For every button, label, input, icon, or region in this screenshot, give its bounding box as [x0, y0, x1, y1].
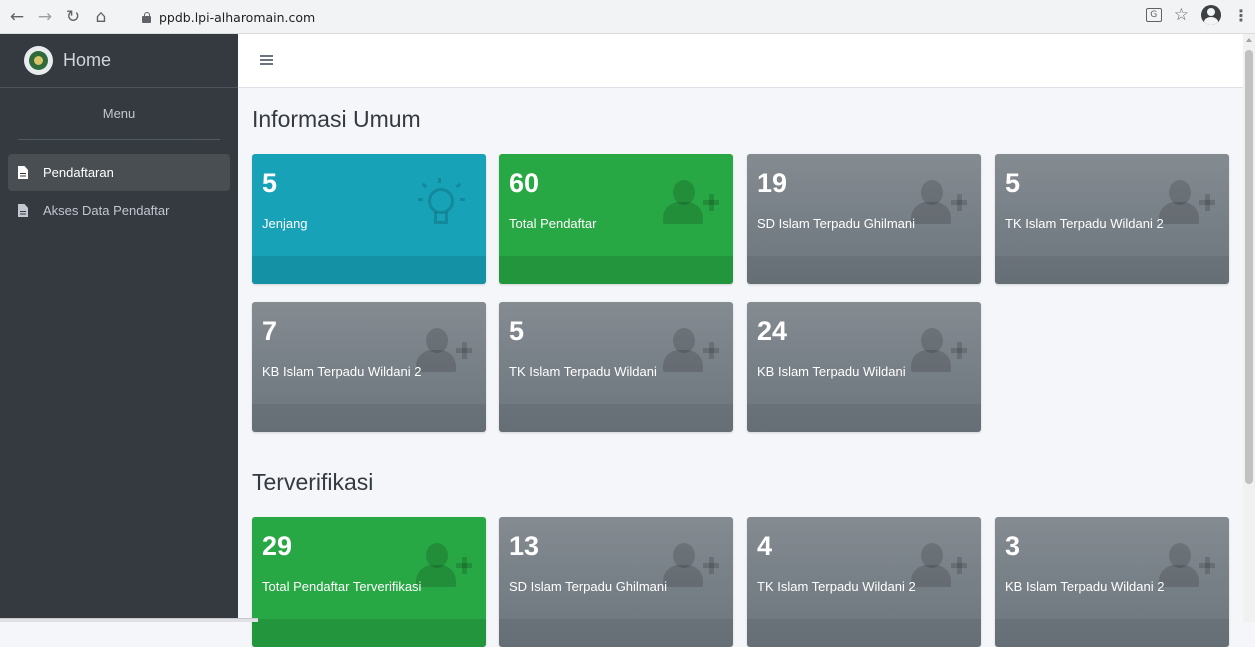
card-footer[interactable] — [995, 256, 1229, 284]
sidebar-nav: Pendaftaran Akses Data Pendaftar — [0, 140, 238, 244]
stat-value: 13 — [509, 531, 540, 561]
card-footer[interactable] — [252, 404, 486, 432]
stat-label: TK Islam Terpadu Wildani 2 — [757, 579, 916, 594]
stat-label: SD Islam Terpadu Ghilmani — [509, 579, 667, 594]
user-plus-icon — [907, 539, 967, 591]
status-bar-strip — [0, 618, 258, 622]
stat-card-sd-ghilmani[interactable]: 19 SD Islam Terpadu Ghilmani — [747, 154, 981, 284]
stat-label: TK Islam Terpadu Wildani 2 — [1005, 216, 1164, 231]
stat-label: Jenjang — [262, 216, 308, 231]
stat-label: Total Pendaftar Terverifikasi — [262, 579, 422, 594]
stat-value: 29 — [262, 531, 293, 561]
stat-card-jenjang[interactable]: 5 Jenjang — [252, 154, 486, 284]
user-plus-icon — [659, 539, 719, 591]
card-footer[interactable] — [747, 619, 981, 647]
user-plus-icon — [659, 324, 719, 376]
stat-card-kb-wildani[interactable]: 24 KB Islam Terpadu Wildani — [747, 302, 981, 432]
stat-value: 5 — [1005, 168, 1021, 198]
file-icon — [18, 204, 28, 217]
scroll-up-arrow-icon[interactable] — [1246, 38, 1252, 42]
sidebar-item-pendaftaran[interactable]: Pendaftaran — [8, 154, 230, 191]
stat-card-total-pendaftar[interactable]: 60 Total Pendaftar — [499, 154, 733, 284]
card-footer[interactable] — [252, 256, 486, 284]
menu-header: Menu — [18, 88, 220, 140]
page-scrollbar[interactable] — [1243, 34, 1255, 622]
stat-value: 19 — [757, 168, 788, 198]
home-icon[interactable]: ⌂ — [90, 6, 112, 28]
card-footer[interactable] — [499, 404, 733, 432]
stat-value: 7 — [262, 316, 278, 346]
stat-card-verified-tk-wildani-2[interactable]: 4 TK Islam Terpadu Wildani 2 — [747, 517, 981, 647]
url-text[interactable]: ppdb.lpi-alharomain.com — [159, 10, 315, 25]
stat-card-kb-wildani-2[interactable]: 7 KB Islam Terpadu Wildani 2 — [252, 302, 486, 432]
stat-label: KB Islam Terpadu Wildani 2 — [1005, 579, 1165, 594]
user-plus-icon — [659, 176, 719, 228]
stat-card-total-terverifikasi[interactable]: 29 Total Pendaftar Terverifikasi — [252, 517, 486, 647]
user-plus-icon — [1155, 176, 1215, 228]
brand-logo-icon — [24, 46, 53, 75]
stat-label: Total Pendaftar — [509, 216, 597, 231]
card-footer[interactable] — [995, 619, 1229, 647]
bookmark-star-icon[interactable]: ☆ — [1174, 5, 1189, 25]
stat-value: 5 — [262, 168, 278, 198]
stat-label: TK Islam Terpadu Wildani — [509, 364, 657, 379]
address-bar[interactable]: ppdb.lpi-alharomain.com — [142, 4, 1202, 30]
browser-toolbar: ← → ↻ ⌂ ppdb.lpi-alharomain.com G ☆ ⋮ — [0, 0, 1255, 34]
stat-card-verified-sd-ghilmani[interactable]: 13 SD Islam Terpadu Ghilmani — [499, 517, 733, 647]
sidebar-item-akses-data[interactable]: Akses Data Pendaftar — [8, 192, 230, 229]
stat-label: KB Islam Terpadu Wildani 2 — [262, 364, 422, 379]
reload-icon[interactable]: ↻ — [62, 6, 84, 28]
card-footer[interactable] — [252, 619, 486, 647]
card-footer[interactable] — [499, 619, 733, 647]
translate-icon[interactable]: G — [1145, 8, 1162, 22]
section-title-terverifikasi: Terverifikasi — [252, 469, 374, 495]
stat-value: 3 — [1005, 531, 1021, 561]
section-title-informasi-umum: Informasi Umum — [252, 106, 421, 132]
brand-link[interactable]: Home — [0, 34, 238, 88]
lightbulb-icon — [412, 176, 472, 228]
back-arrow-icon[interactable]: ← — [6, 6, 28, 28]
sidebar-item-label: Akses Data Pendaftar — [43, 203, 170, 218]
browser-menu-icon[interactable]: ⋮ — [1233, 6, 1249, 25]
user-plus-icon — [907, 176, 967, 228]
stat-card-verified-kb-wildani-2[interactable]: 3 KB Islam Terpadu Wildani 2 — [995, 517, 1229, 647]
top-navbar — [238, 34, 1243, 88]
stat-card-tk-wildani[interactable]: 5 TK Islam Terpadu Wildani — [499, 302, 733, 432]
brand-text: Home — [63, 50, 112, 70]
scroll-thumb[interactable] — [1245, 50, 1253, 484]
file-icon — [18, 166, 28, 179]
user-plus-icon — [907, 324, 967, 376]
stat-label: SD Islam Terpadu Ghilmani — [757, 216, 915, 231]
stat-value: 24 — [757, 316, 788, 346]
stat-value: 5 — [509, 316, 525, 346]
forward-arrow-icon[interactable]: → — [34, 6, 56, 28]
profile-avatar-icon[interactable] — [1201, 5, 1221, 25]
stat-card-tk-wildani-2[interactable]: 5 TK Islam Terpadu Wildani 2 — [995, 154, 1229, 284]
hamburger-menu-icon[interactable] — [260, 55, 273, 57]
sidebar: Home Menu Pendaftaran Akses Data Pendaft… — [0, 34, 238, 622]
stat-label: KB Islam Terpadu Wildani — [757, 364, 906, 379]
translate-label: G — [1150, 10, 1158, 20]
stat-value: 4 — [757, 531, 773, 561]
lock-icon — [142, 11, 151, 23]
card-footer[interactable] — [747, 404, 981, 432]
stat-value: 60 — [509, 168, 540, 198]
sidebar-item-label: Pendaftaran — [43, 165, 114, 180]
card-footer[interactable] — [747, 256, 981, 284]
card-footer[interactable] — [499, 256, 733, 284]
